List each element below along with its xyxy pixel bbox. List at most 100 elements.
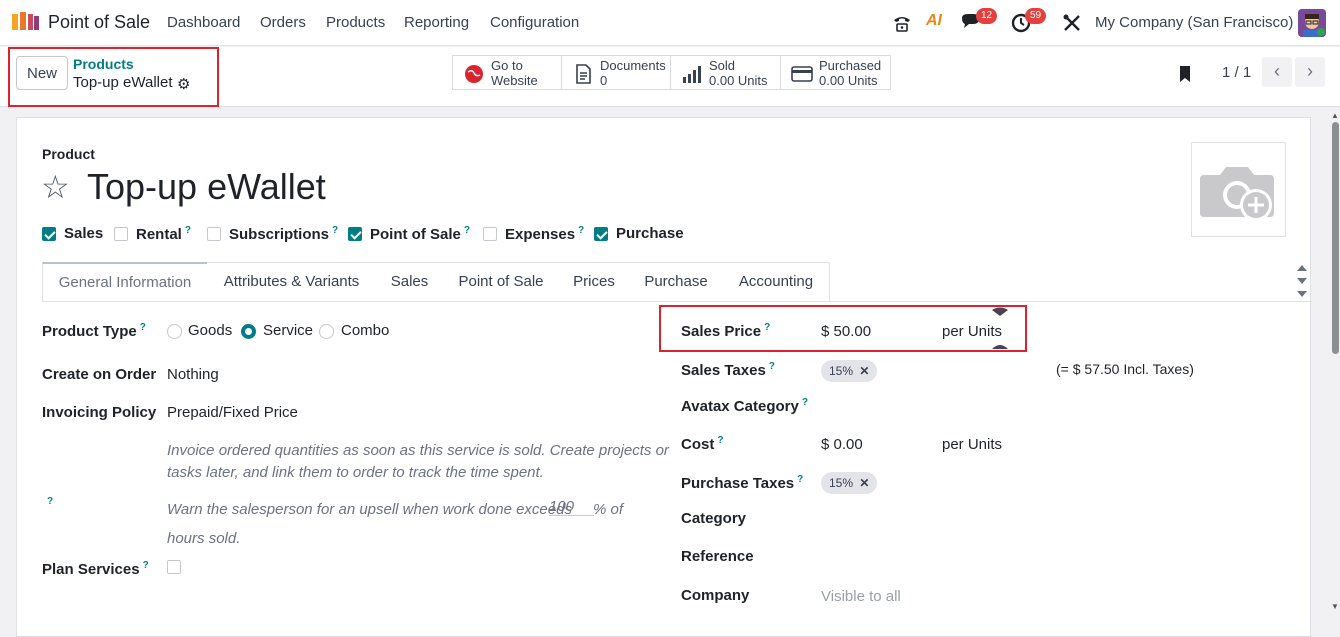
incl-taxes-text: (= $ 57.50 Incl. Taxes)	[1056, 361, 1194, 377]
cost-label: Cost?	[681, 435, 724, 453]
scroll-down-icon[interactable]: ▼	[1331, 602, 1339, 611]
smart-value: Website	[491, 73, 538, 88]
smart-label: Documents	[600, 58, 666, 73]
cost-unit: per Units	[942, 436, 1003, 453]
scrollbar-thumb[interactable]	[1332, 122, 1339, 354]
ai-icon[interactable]: AI	[926, 12, 942, 34]
help-icon[interactable]: ?	[578, 225, 584, 236]
checkbox-sales[interactable]	[42, 227, 56, 241]
purchase-tax-tag[interactable]: 15% ✕	[821, 472, 878, 494]
sales-tax-tag[interactable]: 15% ✕	[821, 360, 878, 382]
menu-configuration[interactable]: Configuration	[490, 14, 579, 31]
flag-label-sales: Sales	[64, 225, 104, 242]
reference-label: Reference	[681, 548, 754, 565]
smart-button-website[interactable]: Go to Website	[452, 55, 562, 90]
pager-value[interactable]: 1 / 1	[1222, 64, 1251, 81]
invoicing-hint-line-2: tasks later, and link them to order to t…	[167, 464, 544, 481]
product-form-sheet: Product ☆ Top-up eWallet Sales Rental? S…	[16, 117, 1312, 637]
phone-icon[interactable]	[892, 12, 912, 34]
help-icon[interactable]: ?	[769, 361, 775, 372]
flag-label-subscriptions: Subscriptions?	[229, 225, 339, 243]
bookmark-icon[interactable]	[1178, 65, 1192, 83]
scroll-up-icon[interactable]: ▲	[1331, 111, 1339, 120]
help-icon[interactable]: ?	[332, 225, 338, 236]
checkbox-expenses[interactable]	[483, 227, 497, 241]
pos-app-icon[interactable]	[12, 12, 40, 32]
menu-products[interactable]: Products	[326, 14, 385, 31]
menu-orders[interactable]: Orders	[260, 14, 306, 31]
upsell-threshold-input[interactable]: 100	[549, 498, 594, 516]
invoicing-policy-field[interactable]: Prepaid/Fixed Price	[167, 404, 298, 421]
tab-point-of-sale[interactable]: Point of Sale	[443, 262, 560, 302]
tab-attributes-variants[interactable]: Attributes & Variants	[207, 262, 377, 302]
company-field[interactable]: Visible to all	[821, 588, 901, 605]
help-icon[interactable]: ?	[802, 397, 808, 408]
tab-prices[interactable]: Prices	[559, 262, 630, 302]
tab-purchase[interactable]: Purchase	[629, 262, 724, 302]
smart-value: 0.00 Units	[819, 73, 878, 88]
app-name[interactable]: Point of Sale	[48, 12, 150, 33]
create-on-order-label: Create on Order	[42, 366, 157, 383]
help-icon[interactable]: ?	[143, 560, 149, 571]
tab-scroll-arrows-icon[interactable]	[1295, 263, 1309, 299]
create-on-order-field[interactable]: Nothing	[167, 366, 219, 383]
checkbox-subscriptions[interactable]	[207, 227, 221, 241]
smart-button-sold[interactable]: Sold 0.00 Units	[670, 55, 781, 90]
upsell-hint-line-2: hours sold.	[167, 530, 241, 547]
smart-label: Sold	[709, 58, 736, 73]
avatax-category-label: Avatax Category?	[681, 397, 808, 415]
radio-combo[interactable]	[319, 324, 334, 339]
favorite-star-icon[interactable]: ☆	[41, 168, 70, 206]
checkbox-purchase[interactable]	[594, 227, 608, 241]
radio-service[interactable]	[241, 324, 256, 339]
category-label: Category	[681, 510, 747, 527]
company-switcher[interactable]: My Company (San Francisco)	[1095, 14, 1293, 31]
top-navbar: Point of Sale Dashboard Orders Products …	[0, 0, 1340, 46]
camera-add-icon	[1200, 167, 1274, 221]
purchase-taxes-label: Purchase Taxes?	[681, 474, 804, 492]
tools-icon[interactable]	[1062, 12, 1082, 34]
tab-sales[interactable]: Sales	[376, 262, 444, 302]
product-section-label: Product	[42, 146, 95, 162]
checkbox-rental[interactable]	[114, 227, 128, 241]
help-icon[interactable]: ?	[47, 496, 53, 507]
menu-reporting[interactable]: Reporting	[404, 14, 469, 31]
pager-prev-button[interactable]: ‹	[1262, 57, 1292, 87]
invoicing-hint-line-1: Invoice ordered quantities as soon as th…	[167, 442, 669, 459]
remove-tag-icon[interactable]: ✕	[859, 476, 869, 490]
checkbox-point-of-sale[interactable]	[348, 227, 362, 241]
help-icon[interactable]: ?	[717, 435, 723, 446]
invoicing-policy-label: Invoicing Policy	[42, 404, 157, 421]
cost-input[interactable]: $ 0.00	[821, 436, 863, 453]
radio-goods[interactable]	[167, 324, 182, 339]
plan-services-label: Plan Services?	[42, 560, 149, 578]
chat-badge: 12	[976, 8, 998, 24]
control-panel: New Products Top-up eWallet ⚙ Go to Webs…	[0, 47, 1340, 107]
tab-divider	[42, 301, 1312, 302]
tab-accounting[interactable]: Accounting	[723, 262, 830, 302]
tab-general-information[interactable]: General Information	[42, 262, 208, 302]
help-icon[interactable]: ?	[797, 474, 803, 485]
smart-button-documents[interactable]: Documents 0	[561, 55, 671, 90]
plan-services-checkbox[interactable]	[167, 560, 181, 574]
activity-badge: 59	[1025, 8, 1047, 24]
help-icon[interactable]: ?	[185, 225, 191, 236]
remove-tag-icon[interactable]: ✕	[859, 364, 869, 378]
smart-label: Go to	[491, 58, 523, 73]
smart-value: 0	[600, 73, 608, 88]
flag-label-expenses: Expenses?	[505, 225, 585, 243]
highlight-box-breadcrumb	[8, 47, 219, 107]
company-label: Company	[681, 587, 750, 604]
menu-dashboard[interactable]: Dashboard	[167, 14, 240, 31]
highlight-box-sales-price	[659, 305, 1027, 352]
pager-next-button[interactable]: ›	[1295, 57, 1325, 87]
upsell-hint-percent: % of	[593, 501, 624, 518]
help-icon[interactable]: ?	[464, 225, 470, 236]
smart-button-purchased[interactable]: Purchased 0.00 Units	[780, 55, 891, 90]
bar-chart-icon	[683, 66, 701, 83]
radio-label-service: Service	[263, 322, 314, 339]
user-avatar[interactable]	[1298, 9, 1326, 37]
help-icon[interactable]: ?	[140, 322, 146, 333]
product-image-placeholder[interactable]	[1191, 142, 1286, 237]
product-name-field[interactable]: Top-up eWallet	[87, 166, 326, 208]
